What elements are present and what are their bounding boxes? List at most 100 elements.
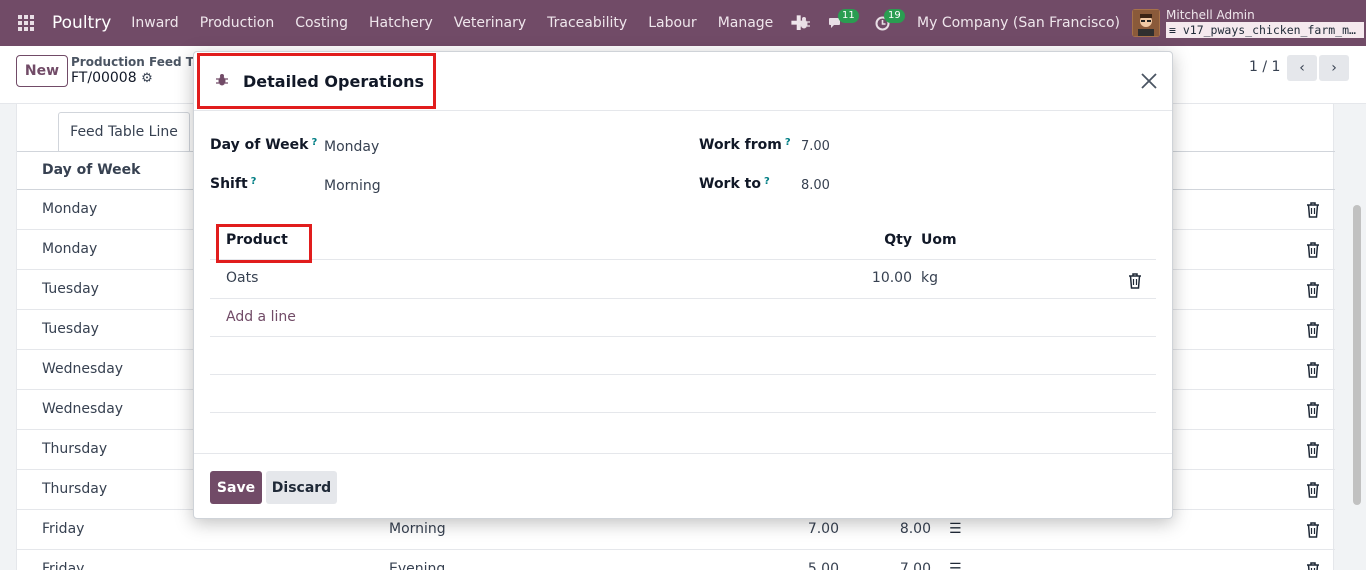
trash-icon[interactable] <box>1305 361 1321 379</box>
menu-labour[interactable]: Labour <box>648 15 696 31</box>
user-menu[interactable]: Mitchell Admin ≡ v17_pways_chicken_farm_… <box>1166 0 1366 46</box>
trash-icon[interactable] <box>1305 281 1321 299</box>
work-from-field[interactable]: 7.00 <box>801 139 830 154</box>
tab-feed-table-line[interactable]: Feed Table Line <box>58 112 190 152</box>
work-to-cell[interactable]: 7.00 <box>869 561 931 570</box>
trash-icon[interactable] <box>1305 321 1321 339</box>
day-cell[interactable]: Thursday <box>42 441 107 457</box>
column-uom[interactable]: Uom <box>921 232 957 248</box>
uom-cell[interactable]: kg <box>921 270 938 286</box>
trash-icon[interactable] <box>1127 272 1143 290</box>
discard-button[interactable]: Discard <box>266 471 337 504</box>
messages-count-badge: 11 <box>838 9 859 23</box>
day-cell[interactable]: Monday <box>42 201 97 217</box>
breadcrumb-current: FT/00008 ⚙ <box>71 70 153 86</box>
database-label: v17_pways_chicken_farm_m… <box>1182 23 1356 37</box>
day-cell[interactable]: Friday <box>42 521 84 537</box>
menu-inward[interactable]: Inward <box>131 15 178 31</box>
trash-icon[interactable] <box>1305 521 1321 539</box>
empty-row <box>210 375 1156 413</box>
day-cell[interactable]: Wednesday <box>42 401 123 417</box>
new-button[interactable]: New <box>16 55 68 87</box>
list-icon[interactable]: ☰ <box>949 561 962 570</box>
column-product[interactable]: Product <box>226 232 288 248</box>
work-to-field[interactable]: 8.00 <box>801 178 830 193</box>
pager-value[interactable]: 1 / 1 <box>1249 59 1280 75</box>
menu-production[interactable]: Production <box>200 15 274 31</box>
user-avatar[interactable] <box>1132 9 1160 37</box>
record-name: FT/00008 <box>71 70 137 86</box>
day-cell[interactable]: Monday <box>42 241 97 257</box>
activities-count-badge: 19 <box>884 9 905 23</box>
shift-field[interactable]: Morning <box>324 178 381 194</box>
app-brand[interactable]: Poultry <box>52 13 111 33</box>
menu-traceability[interactable]: Traceability <box>547 15 627 31</box>
trash-icon[interactable] <box>1305 561 1321 570</box>
trash-icon[interactable] <box>1305 201 1321 219</box>
work-from-cell[interactable]: 7.00 <box>777 521 839 537</box>
table-row[interactable]: Friday Evening 5.00 7.00 ☰ <box>17 550 1335 570</box>
column-qty[interactable]: Qty <box>850 232 912 248</box>
column-day-of-week[interactable]: Day of Week <box>42 162 140 178</box>
messages-icon[interactable]: 11 <box>823 0 859 46</box>
company-switcher[interactable]: My Company (San Francisco) <box>917 15 1120 31</box>
trash-icon[interactable] <box>1305 481 1321 499</box>
bug-icon <box>216 74 228 86</box>
day-of-week-field[interactable]: Monday <box>324 139 379 155</box>
list-icon[interactable]: ☰ <box>949 521 962 537</box>
day-cell[interactable]: Tuesday <box>42 321 99 337</box>
top-navbar: Poultry Inward Production Costing Hatche… <box>0 0 1366 46</box>
empty-row <box>210 337 1156 375</box>
dialog-title: Detailed Operations <box>243 72 425 91</box>
trash-icon[interactable] <box>1305 401 1321 419</box>
day-cell[interactable]: Wednesday <box>42 361 123 377</box>
menu-veterinary[interactable]: Veterinary <box>454 15 526 31</box>
menu-costing[interactable]: Costing <box>295 15 348 31</box>
shift-cell[interactable]: Morning <box>389 521 446 537</box>
day-cell[interactable]: Thursday <box>42 481 107 497</box>
help-icon[interactable]: ? <box>764 176 770 187</box>
work-to-cell[interactable]: 8.00 <box>869 521 931 537</box>
database-name: ≡ v17_pways_chicken_farm_m… <box>1166 22 1364 38</box>
save-button[interactable]: Save <box>210 471 262 504</box>
work-to-label: Work to? <box>699 176 770 192</box>
qty-cell[interactable]: 10.00 <box>850 270 912 286</box>
dialog-header: Detailed Operations <box>194 52 1172 111</box>
product-lines-header: Product Qty Uom <box>210 223 1156 263</box>
table-row[interactable]: Oats 10.00 kg <box>210 260 1156 299</box>
work-from-cell[interactable]: 5.00 <box>777 561 839 570</box>
work-from-label: Work from? <box>699 137 791 153</box>
day-of-week-label: Day of Week? <box>210 137 318 153</box>
add-line-row: Add a line <box>210 299 1156 337</box>
close-icon[interactable] <box>1138 70 1160 92</box>
chevron-right-icon: › <box>1331 60 1337 76</box>
menu-hatchery[interactable]: Hatchery <box>369 15 433 31</box>
shift-label: Shift? <box>210 176 257 192</box>
day-cell[interactable]: Tuesday <box>42 281 99 297</box>
systray: 11 19 My Company (San Francisco) Mitchel… <box>791 0 1366 46</box>
shift-cell[interactable]: Evening <box>389 561 445 570</box>
pager-next-button[interactable]: › <box>1319 55 1349 81</box>
help-icon[interactable]: ? <box>251 176 257 187</box>
main-menu: Inward Production Costing Hatchery Veter… <box>131 11 807 35</box>
bug-icon[interactable] <box>791 0 817 46</box>
product-cell[interactable]: Oats <box>226 270 258 286</box>
chevron-left-icon: ‹ <box>1299 60 1305 76</box>
help-icon[interactable]: ? <box>785 137 791 148</box>
gear-icon[interactable]: ⚙ <box>141 71 153 86</box>
detailed-operations-dialog: Detailed Operations Day of Week? Monday … <box>193 51 1173 519</box>
activities-icon[interactable]: 19 <box>869 0 905 46</box>
help-icon[interactable]: ? <box>311 137 317 148</box>
apps-menu-icon[interactable] <box>0 0 52 46</box>
menu-manage[interactable]: Manage <box>718 15 774 31</box>
add-line-link[interactable]: Add a line <box>226 309 296 325</box>
user-name: Mitchell Admin <box>1166 8 1255 22</box>
breadcrumb-parent[interactable]: Production Feed Tab <box>71 55 209 69</box>
database-icon: ≡ <box>1169 23 1183 37</box>
pager-previous-button[interactable]: ‹ <box>1287 55 1317 81</box>
day-cell[interactable]: Friday <box>42 561 84 570</box>
trash-icon[interactable] <box>1305 241 1321 259</box>
trash-icon[interactable] <box>1305 441 1321 459</box>
dialog-footer: Save Discard <box>194 453 1172 518</box>
scrollbar-thumb[interactable] <box>1353 205 1361 505</box>
